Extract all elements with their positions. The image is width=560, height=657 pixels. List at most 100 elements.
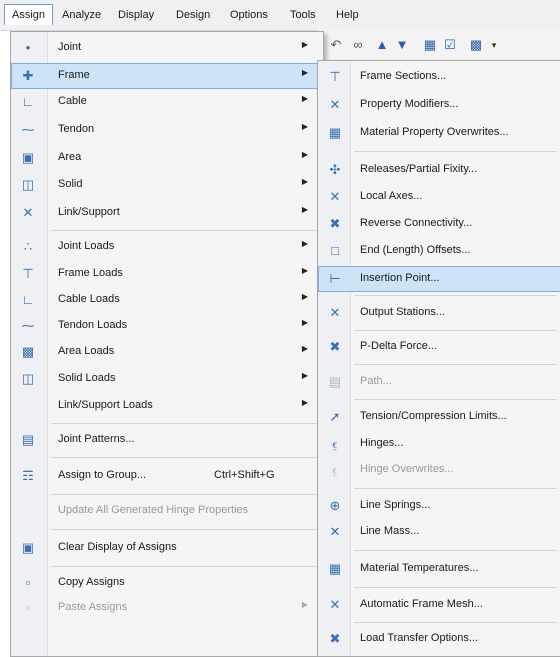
menu-item-frame-loads[interactable]: ⊤ Frame Loads ▶	[12, 262, 322, 286]
menu-assign[interactable]: Assign	[4, 4, 54, 25]
submenu-item-output-stations[interactable]: ✕ Output Stations...	[319, 301, 560, 325]
menu-separator	[354, 587, 557, 588]
paste-icon: ▫	[25, 600, 31, 615]
menu-separator	[354, 550, 557, 551]
copy-icon: ▫	[25, 575, 31, 590]
submenu-arrow-icon: ▶	[301, 266, 308, 275]
menu-item-joint-loads[interactable]: ∴ Joint Loads ▶	[12, 235, 322, 259]
submenu-item-material-overwrites[interactable]: ▦ Material Property Overwrites...	[319, 121, 560, 145]
line-springs-icon: ⊕	[329, 498, 341, 513]
submenu-arrow-icon: ▶	[301, 94, 308, 103]
line-mass-icon: ✕	[329, 524, 341, 539]
dropdown-icon[interactable]: ▾	[486, 37, 502, 53]
menu-separator	[354, 151, 557, 152]
submenu-item-property-modifiers[interactable]: ✕ Property Modifiers...	[319, 93, 560, 117]
submenu-item-line-mass[interactable]: ✕ Line Mass...	[319, 520, 560, 544]
submenu-item-frame-sections[interactable]: ⊤ Frame Sections...	[319, 65, 560, 89]
menu-separator	[354, 488, 557, 489]
menu-separator	[354, 622, 557, 623]
menu-item-link-support[interactable]: ✕ Link/Support ▶	[12, 201, 322, 225]
menu-item-link-support-loads[interactable]: Link/Support Loads ▶	[12, 394, 322, 418]
menu-item-solid[interactable]: ◫ Solid ▶	[12, 173, 322, 197]
menu-item-update-hinge-properties[interactable]: Update All Generated Hinge Properties	[12, 499, 322, 523]
cable-loads-icon: ∟	[21, 292, 35, 307]
move-up-icon[interactable]: ▲	[374, 37, 390, 53]
menu-separator	[51, 457, 319, 458]
select-icon[interactable]: ▩	[468, 37, 484, 53]
insertion-point-icon: ⊢	[329, 271, 341, 286]
undo-icon[interactable]: ↶	[328, 37, 344, 53]
submenu-arrow-icon: ▶	[301, 122, 308, 131]
submenu-item-hinge-overwrites[interactable]: ⍷ Hinge Overwrites...	[319, 458, 560, 482]
menu-item-area[interactable]: ▣ Area ▶	[12, 146, 322, 170]
menu-item-label: Joint Patterns...	[58, 433, 135, 445]
menu-item-joint-patterns[interactable]: ▤ Joint Patterns...	[12, 428, 322, 452]
submenu-item-line-springs[interactable]: ⊕ Line Springs...	[319, 494, 560, 518]
menu-item-assign-to-group[interactable]: ☶ Assign to Group... Ctrl+Shift+G	[12, 464, 322, 488]
load-transfer-icon: ✖	[329, 631, 341, 646]
menu-item-clear-display[interactable]: ▣ Clear Display of Assigns	[12, 536, 322, 560]
submenu-item-load-transfer[interactable]: ✖ Load Transfer Options...	[319, 627, 560, 651]
submenu-item-reverse-connectivity[interactable]: ✖ Reverse Connectivity...	[319, 212, 560, 236]
menu-item-label: Frame Sections...	[360, 70, 447, 82]
grid-icon[interactable]: ▦	[422, 37, 438, 53]
submenu-item-hinges[interactable]: ⍷ Hinges...	[319, 432, 560, 456]
solid-loads-icon: ◫	[21, 371, 35, 386]
menu-separator	[51, 529, 319, 530]
frame-sections-icon: ⊤	[329, 69, 341, 84]
submenu-item-tension-compression[interactable]: ➚ Tension/Compression Limits...	[319, 405, 560, 429]
menu-item-area-loads[interactable]: ▩ Area Loads ▶	[12, 340, 322, 364]
menu-item-cable[interactable]: ∟ Cable ▶	[12, 90, 322, 114]
menu-item-label: Assign to Group...	[58, 469, 147, 481]
submenu-item-releases[interactable]: ✣ Releases/Partial Fixity...	[319, 158, 560, 182]
submenu-item-p-delta[interactable]: ✖ P-Delta Force...	[319, 335, 560, 359]
submenu-item-end-offsets[interactable]: □ End (Length) Offsets...	[319, 239, 560, 263]
menu-help[interactable]: Help	[336, 9, 359, 21]
menu-item-paste-assigns[interactable]: ▫ Paste Assigns ▶	[12, 596, 322, 620]
link-support-icon: ✕	[22, 205, 34, 220]
link-icon[interactable]: ∞	[350, 37, 366, 53]
checkbox-icon[interactable]: ☑	[442, 37, 458, 53]
toolbar: ↶ ∞ ▲ ▼ ▦ ☑ ▩ ▾	[318, 30, 560, 61]
submenu-arrow-icon: ▶	[301, 68, 308, 77]
submenu-arrow-icon: ▶	[301, 371, 308, 380]
menu-item-label: Link/Support	[58, 206, 120, 218]
menu-item-label: Joint	[58, 41, 82, 53]
menu-item-solid-loads[interactable]: ◫ Solid Loads ▶	[12, 367, 322, 391]
menu-item-label: End (Length) Offsets...	[360, 244, 471, 256]
submenu-item-material-temperatures[interactable]: ▦ Material Temperatures...	[319, 557, 560, 581]
submenu-arrow-icon: ▶	[301, 344, 308, 353]
submenu-item-frame-mesh[interactable]: ✕ Automatic Frame Mesh...	[319, 593, 560, 617]
submenu-item-path[interactable]: ▤ Path...	[319, 370, 560, 394]
menu-item-tendon-loads[interactable]: ⁓ Tendon Loads ▶	[12, 314, 322, 338]
submenu-item-insertion-point[interactable]: ⊢ Insertion Point...	[318, 266, 560, 292]
output-stations-icon: ✕	[329, 305, 341, 320]
menu-display[interactable]: Display	[118, 9, 154, 21]
submenu-arrow-icon: ▶	[301, 398, 308, 407]
menu-item-tendon[interactable]: ⁓ Tendon ▶	[12, 118, 322, 142]
tendon-loads-icon: ⁓	[21, 318, 35, 333]
menu-item-frame[interactable]: ✚ Frame ▶	[11, 63, 323, 89]
menu-design[interactable]: Design	[176, 9, 210, 21]
menu-item-label: Load Transfer Options...	[360, 632, 479, 644]
menu-item-joint[interactable]: • Joint ▶	[12, 36, 322, 60]
menu-item-label: Frame	[58, 69, 90, 81]
menu-options[interactable]: Options	[230, 9, 268, 21]
joint-icon: •	[25, 40, 31, 55]
menu-item-cable-loads[interactable]: ∟ Cable Loads ▶	[12, 288, 322, 312]
menu-tools[interactable]: Tools	[290, 9, 316, 21]
menu-item-label: Cable	[58, 95, 87, 107]
submenu-item-local-axes[interactable]: ✕ Local Axes...	[319, 185, 560, 209]
menu-separator	[354, 295, 557, 296]
clear-display-icon: ▣	[21, 540, 35, 555]
menu-separator	[51, 230, 319, 231]
releases-icon: ✣	[329, 162, 341, 177]
menu-item-label: Paste Assigns	[58, 601, 128, 613]
move-down-icon[interactable]: ▼	[394, 37, 410, 53]
menu-analyze[interactable]: Analyze	[62, 9, 101, 21]
material-temperatures-icon: ▦	[328, 561, 342, 576]
menu-item-copy-assigns[interactable]: ▫ Copy Assigns	[12, 571, 322, 595]
menu-item-label: Hinge Overwrites...	[360, 463, 454, 475]
path-icon: ▤	[328, 374, 342, 389]
hinge-overwrites-icon: ⍷	[331, 462, 339, 477]
